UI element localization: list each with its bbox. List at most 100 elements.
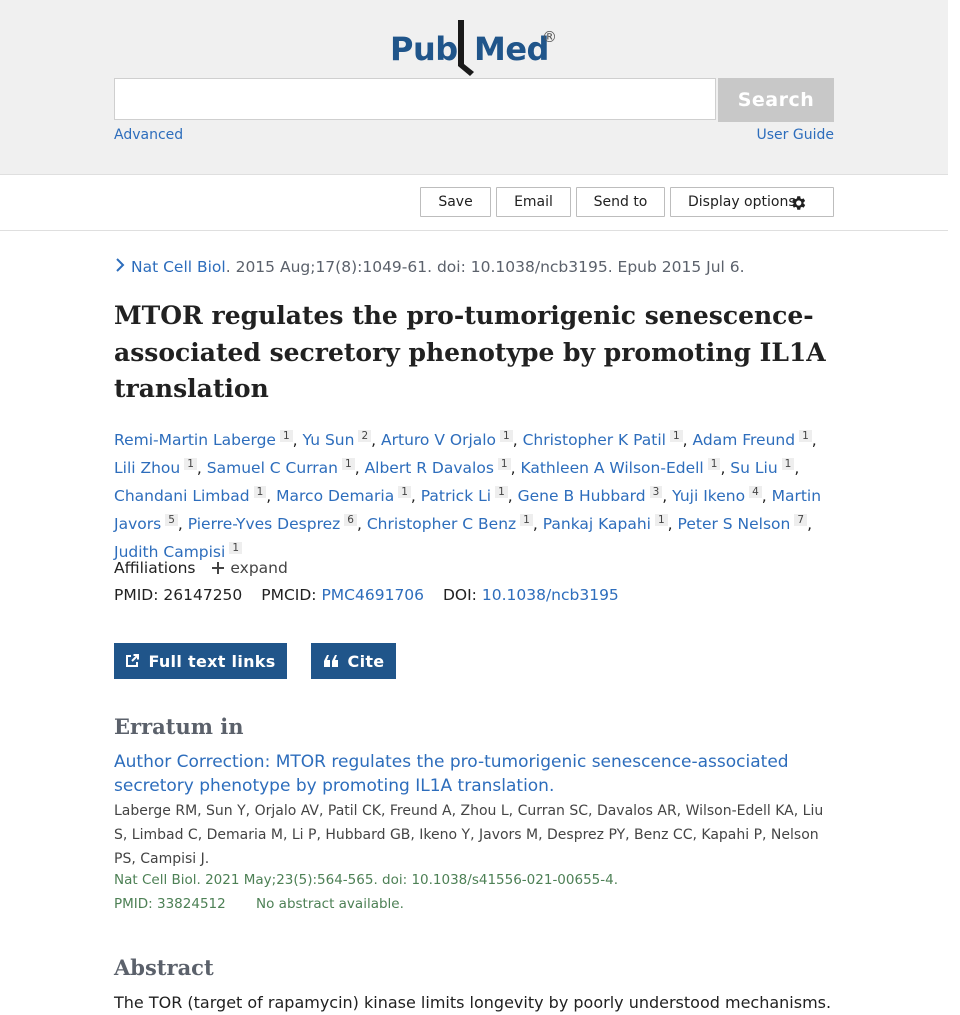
author-separator: ,: [410, 487, 421, 505]
author-separator: ,: [512, 431, 523, 449]
author-link[interactable]: Patrick Li: [421, 487, 491, 505]
author-link[interactable]: Albert R Davalos: [365, 459, 494, 477]
author-separator: ,: [761, 487, 772, 505]
doi-label: DOI:: [442, 586, 477, 604]
author-link[interactable]: Kathleen A Wilson-Edell: [520, 459, 703, 477]
author-link[interactable]: Peter S Nelson: [678, 515, 791, 533]
affiliation-number[interactable]: 1: [520, 514, 533, 526]
author-separator: ,: [266, 487, 277, 505]
display-options-label: Display options: [688, 194, 796, 210]
plus-icon: [212, 562, 225, 574]
affiliation-number[interactable]: 1: [799, 430, 812, 442]
user-guide-link[interactable]: User Guide: [757, 127, 834, 143]
author-link[interactable]: Remi-Martin Laberge: [114, 431, 276, 449]
send-to-button[interactable]: Send to: [576, 187, 665, 217]
author-link[interactable]: Marco Demaria: [276, 487, 394, 505]
affiliation-number[interactable]: 1: [229, 542, 243, 554]
external-link-icon: [125, 654, 140, 668]
affiliations-label: Affiliations: [114, 559, 196, 577]
author-separator: ,: [662, 487, 673, 505]
pmcid-link[interactable]: PMC4691706: [321, 586, 424, 604]
author-link[interactable]: Su Liu: [730, 459, 777, 477]
author-separator: ,: [510, 459, 521, 477]
erratum-source: Nat Cell Biol. 2021 May;23(5):564-565. d…: [114, 872, 619, 888]
author-separator: ,: [811, 431, 817, 449]
erratum-no-abstract: No abstract available.: [256, 896, 404, 912]
affiliation-number[interactable]: 1: [497, 458, 511, 470]
journal-link[interactable]: Nat Cell Biol: [131, 258, 226, 276]
affiliation-number[interactable]: 1: [669, 430, 683, 442]
save-button[interactable]: Save: [420, 187, 491, 217]
cite-label: Cite: [347, 651, 385, 671]
affiliation-number[interactable]: 6: [344, 514, 357, 526]
cite-button[interactable]: Cite: [311, 643, 396, 679]
affiliation-number[interactable]: 1: [781, 458, 795, 470]
author-separator: ,: [667, 515, 678, 533]
author-separator: ,: [196, 459, 207, 477]
author-separator: ,: [292, 431, 303, 449]
author-link[interactable]: Pierre-Yves Desprez: [188, 515, 341, 533]
affiliation-number[interactable]: 5: [165, 514, 178, 526]
affiliation-number[interactable]: 3: [649, 486, 663, 498]
author-link[interactable]: Lili Zhou: [114, 459, 180, 477]
erratum-title-link[interactable]: Author Correction: MTOR regulates the pr…: [114, 750, 844, 798]
affiliation-number[interactable]: 1: [279, 430, 293, 442]
affiliation-number[interactable]: 2: [358, 430, 372, 442]
affiliation-number[interactable]: 7: [794, 514, 808, 526]
author-link[interactable]: Christopher K Patil: [523, 431, 666, 449]
pmid-value: 26147250: [163, 586, 243, 604]
affiliation-number[interactable]: 1: [500, 430, 513, 442]
author-link[interactable]: Gene B Hubbard: [518, 487, 646, 505]
gear-icon: [792, 196, 806, 210]
pmcid-label: PMCID:: [261, 586, 317, 604]
affiliation-number[interactable]: 1: [495, 486, 508, 498]
affiliations-expand-button[interactable]: expand: [212, 559, 288, 577]
affiliation-number[interactable]: 1: [707, 458, 721, 470]
affiliation-number[interactable]: 4: [749, 486, 762, 498]
search-input[interactable]: [114, 78, 716, 120]
pubmed-logo[interactable]: Pub Med ®: [390, 18, 570, 78]
author-separator: ,: [371, 431, 382, 449]
full-text-links-button[interactable]: Full text links: [114, 643, 287, 679]
display-options-button[interactable]: Display options: [670, 187, 834, 217]
author-link[interactable]: Yu Sun: [303, 431, 355, 449]
affiliation-number[interactable]: 1: [342, 458, 355, 470]
author-separator: ,: [354, 459, 365, 477]
author-separator: ,: [507, 487, 518, 505]
author-separator: ,: [682, 431, 693, 449]
logo-pub-text: Pub: [390, 30, 458, 68]
erratum-pmid: PMID: 33824512: [114, 896, 226, 912]
full-text-links-label: Full text links: [148, 651, 276, 671]
affiliation-number[interactable]: 1: [253, 486, 267, 498]
author-separator: ,: [177, 515, 188, 533]
doi-link[interactable]: 10.1038/ncb3195: [482, 586, 619, 604]
author-link[interactable]: Samuel C Curran: [207, 459, 338, 477]
author-list: Remi-Martin Laberge 1, Yu Sun 2, Arturo V …: [114, 424, 834, 564]
site-header: Pub Med ® Search Advanced User Guide: [0, 0, 948, 175]
author-link[interactable]: Christopher C Benz: [367, 515, 516, 533]
advanced-search-link[interactable]: Advanced: [114, 127, 183, 143]
article-identifiers: PMID: 26147250 PMCID: PMC4691706 DOI: 10…: [114, 586, 619, 604]
abstract-heading: Abstract: [114, 955, 214, 980]
chevron-right-icon[interactable]: [114, 258, 126, 272]
affiliation-number[interactable]: 1: [398, 486, 411, 498]
email-button[interactable]: Email: [496, 187, 571, 217]
affiliations-row: Affiliations expand: [114, 559, 288, 577]
author-link[interactable]: Arturo V Orjalo: [381, 431, 496, 449]
author-separator: ,: [720, 459, 731, 477]
author-separator: ,: [356, 515, 367, 533]
author-link[interactable]: Chandani Limbad: [114, 487, 250, 505]
citation-line: Nat Cell Biol. 2015 Aug;17(8):1049-61. d…: [114, 258, 745, 276]
logo-registered-mark: ®: [542, 28, 557, 46]
logo-med-text: Med: [474, 30, 549, 68]
author-link[interactable]: Adam Freund: [693, 431, 796, 449]
author-separator: ,: [807, 515, 812, 533]
quote-icon: [323, 655, 339, 667]
search-button[interactable]: Search: [718, 78, 834, 122]
author-separator: ,: [794, 459, 800, 477]
author-link[interactable]: Pankaj Kapahi: [543, 515, 651, 533]
author-link[interactable]: Yuji Ikeno: [672, 487, 745, 505]
affiliation-number[interactable]: 1: [654, 514, 668, 526]
erratum-authors: Laberge RM, Sun Y, Orjalo AV, Patil CK, …: [114, 803, 824, 867]
affiliation-number[interactable]: 1: [184, 458, 197, 470]
